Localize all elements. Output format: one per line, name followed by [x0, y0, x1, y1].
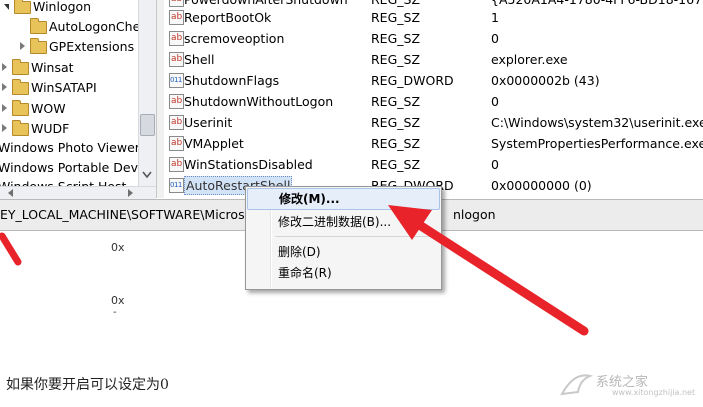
value-type: REG_SZ — [371, 52, 421, 67]
menu-item-label: 修改(M)... — [279, 192, 340, 206]
value-data: SystemPropertiesPerformance.exe /p — [491, 136, 703, 151]
menu-item-label: 修改二进制数据(B)... — [278, 215, 392, 229]
value-row[interactable]: WinStationsDisabled REG_SZ 0 — [164, 154, 703, 175]
value-data: 1 — [491, 10, 499, 25]
tree-item-label: Winsat — [31, 60, 74, 75]
value-type: REG_DWORD — [371, 73, 454, 88]
menu-item-label: 重命名(R) — [278, 266, 332, 280]
watermark-url: www.xitongzhijia.net — [612, 388, 696, 397]
string-value-icon — [169, 7, 184, 28]
value-row[interactable]: scremoveoption REG_SZ 0 — [164, 28, 703, 49]
value-data: 0x00000000 (0) — [491, 178, 592, 193]
tree-item-label: Windows Script Host — [0, 177, 126, 186]
value-row[interactable]: ShutdownFlags REG_DWORD 0x0000002b (43) — [164, 70, 703, 91]
value-name: Shell — [184, 52, 215, 67]
value-name: Userinit — [184, 115, 233, 130]
folder-icon — [12, 100, 29, 116]
document-fragment: 0x — [111, 241, 125, 254]
expand-collapsed-icon[interactable] — [2, 124, 7, 132]
tree-item-label: WOW — [31, 101, 66, 116]
value-type: REG_SZ — [371, 115, 421, 130]
menu-item-label: 删除(D) — [278, 245, 321, 259]
scroll-right-arrow-icon[interactable] — [128, 189, 133, 197]
scroll-down-arrow-icon[interactable] — [141, 168, 153, 182]
value-data: 0 — [491, 31, 499, 46]
string-value-icon — [169, 154, 184, 175]
menu-item-modify[interactable]: 修改(M)... — [247, 188, 440, 210]
menu-item-modify-binary[interactable]: 修改二进制数据(B)... — [247, 211, 438, 233]
registry-values-list: PowerdownAfterShutdown REG_SZ {A520A1A4-… — [164, 0, 703, 198]
instruction-caption: 如果你要开启可以设定为0 — [6, 377, 169, 393]
expand-collapsed-icon[interactable] — [2, 63, 7, 71]
folder-icon — [12, 59, 29, 75]
dword-value-icon — [169, 175, 184, 196]
value-type: REG_SZ — [371, 31, 421, 46]
string-value-icon — [169, 49, 184, 70]
string-value-icon — [169, 112, 184, 133]
value-type: REG_SZ — [371, 157, 421, 172]
document-fragment: 0x — [111, 294, 125, 307]
string-value-icon — [169, 133, 184, 154]
menu-item-delete[interactable]: 删除(D) — [247, 241, 438, 263]
value-name: ReportBootOk — [184, 10, 272, 25]
value-data: C:\Windows\system32\userinit.exe, — [491, 115, 703, 130]
scroll-left-arrow-icon[interactable] — [8, 189, 13, 197]
folder-icon — [14, 0, 31, 14]
value-row[interactable]: ReportBootOk REG_SZ 1 — [164, 7, 703, 28]
value-name: ShutdownWithoutLogon — [184, 94, 334, 109]
tree-item-label: GPExtensions — [49, 39, 135, 54]
value-name: WinStationsDisabled — [184, 157, 313, 172]
document-fragment: - — [113, 307, 117, 318]
tree-item-label: Windows Portable Device — [0, 160, 138, 175]
expand-collapsed-icon[interactable] — [20, 42, 25, 50]
value-data: 0x0000002b (43) — [491, 73, 600, 88]
value-data: explorer.exe — [491, 52, 568, 67]
value-row[interactable]: ShutdownWithoutLogon REG_SZ 0 — [164, 91, 703, 112]
dword-value-icon — [169, 70, 184, 91]
value-type: REG_SZ — [371, 10, 421, 25]
scrollbar-thumb[interactable] — [140, 114, 155, 136]
tree-item-label: Winlogon — [33, 0, 92, 14]
value-row[interactable]: VMApplet REG_SZ SystemPropertiesPerforma… — [164, 133, 703, 154]
string-value-icon — [169, 0, 184, 10]
value-type: REG_SZ — [371, 136, 421, 151]
expand-open-icon[interactable] — [4, 4, 9, 10]
folder-icon — [12, 79, 29, 95]
registry-key-tree: Winlogon AutoLogonChe GPExtensions Winsa… — [0, 0, 138, 186]
string-value-icon — [169, 91, 184, 112]
value-row[interactable]: Userinit REG_SZ C:\Windows\system32\user… — [164, 112, 703, 133]
expand-collapsed-icon[interactable] — [2, 83, 7, 91]
arrow-pointer-icon — [0, 232, 22, 266]
tree-item-label: AutoLogonChe — [49, 19, 138, 34]
expand-collapsed-icon[interactable] — [2, 104, 7, 112]
menu-separator — [275, 236, 435, 237]
string-value-icon — [169, 28, 184, 49]
value-name: ShutdownFlags — [184, 73, 280, 88]
menu-item-rename[interactable]: 重命名(R) — [247, 262, 438, 284]
folder-icon — [30, 38, 47, 54]
tree-item-label: WUDF — [31, 121, 70, 136]
value-name: VMApplet — [184, 136, 244, 151]
value-data: 0 — [491, 94, 499, 109]
folder-icon — [12, 120, 29, 136]
status-path: EY_LOCAL_MACHINE\SOFTWARE\Microso — [0, 207, 253, 222]
tree-item-label: Windows Photo Viewer — [0, 140, 138, 155]
tree-vertical-scrollbar[interactable] — [138, 0, 156, 186]
value-data: 0 — [491, 157, 499, 172]
tree-item-label: WinSATAPI — [31, 80, 97, 95]
value-name: scremoveoption — [184, 31, 285, 46]
value-type: REG_SZ — [371, 94, 421, 109]
value-row[interactable]: Shell REG_SZ explorer.exe — [164, 49, 703, 70]
status-path-tail: nlogon — [453, 207, 496, 222]
folder-icon — [30, 18, 47, 34]
